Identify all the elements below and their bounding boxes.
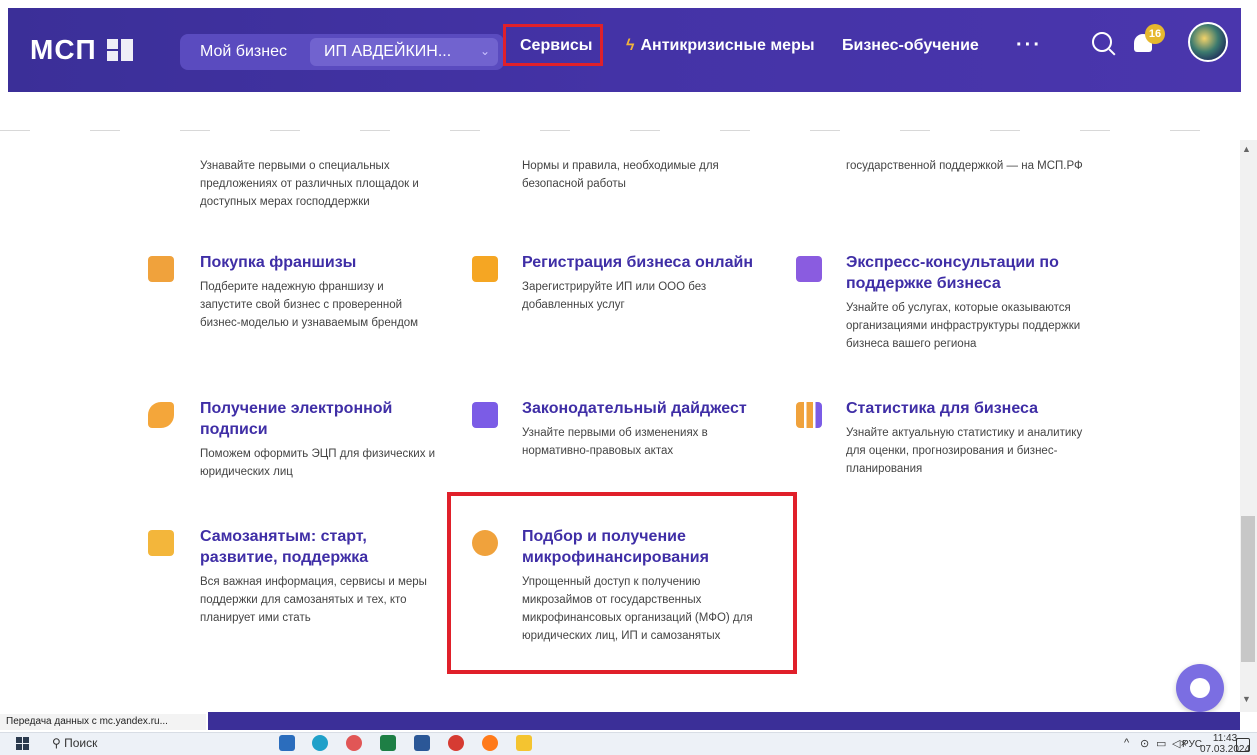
- nav-anticrisis-label: Антикризисные меры: [640, 37, 815, 54]
- firefox-icon[interactable]: [482, 735, 498, 751]
- card-title[interactable]: Статистика для бизнеса: [846, 398, 1096, 419]
- franchise-icon: [148, 256, 174, 282]
- magnifier-icon: ⚲: [52, 736, 65, 750]
- notification-center-icon[interactable]: [1236, 738, 1250, 752]
- chevron-down-icon: ⌄: [479, 44, 490, 58]
- card-desc: Поможем оформить ЭЦП для физических и юр…: [200, 448, 436, 478]
- card-desc: Узнавайте первыми о специальных предложе…: [200, 160, 419, 208]
- logo-mark-icon: [106, 39, 133, 61]
- avatar[interactable]: [1188, 22, 1228, 62]
- card-consultations[interactable]: Экспресс-консультации по поддержке бизне…: [796, 252, 1086, 353]
- browser-status-text: Передача данных с mc.yandex.ru...: [0, 714, 206, 730]
- partial-card-3: государственной поддержкой — на МСП.РФ: [846, 152, 1106, 175]
- tray-display-icon[interactable]: ▭: [1156, 737, 1166, 750]
- card-self-employed[interactable]: Самозанятым: старт, развитие, поддержка …: [148, 526, 440, 627]
- card-desc: Зарегистрируйте ИП или ООО без добавленн…: [522, 281, 707, 311]
- my-business-label[interactable]: Мой бизнес: [200, 43, 287, 61]
- card-title[interactable]: Самозанятым: старт, развитие, поддержка: [200, 526, 440, 568]
- consult-icon: [796, 256, 822, 282]
- search-icon[interactable]: [1092, 32, 1112, 52]
- nav-more[interactable]: ···: [1016, 34, 1042, 57]
- card-desc: Узнайте первыми об изменениях в норматив…: [522, 427, 708, 457]
- card-desc: государственной поддержкой — на МСП.РФ: [846, 160, 1083, 172]
- scrollbar-thumb[interactable]: [1241, 516, 1255, 662]
- business-select[interactable]: ИП АВДЕЙКИН... ⌄: [310, 38, 498, 66]
- partial-card-1: Узнавайте первыми о специальных предложе…: [200, 152, 420, 211]
- tray-network-icon[interactable]: ⊙: [1140, 737, 1149, 750]
- briefcase-icon: [472, 256, 498, 282]
- windows-start-icon[interactable]: [16, 737, 29, 750]
- notifications-badge: 16: [1145, 24, 1165, 44]
- msp-logo[interactable]: МСП: [30, 34, 133, 66]
- book-icon: [472, 402, 498, 428]
- bolt-icon: ϟ: [626, 37, 635, 54]
- partial-card-2: Нормы и правила, необходимые для безопас…: [522, 152, 742, 193]
- card-desc: Нормы и правила, необходимые для безопас…: [522, 160, 719, 190]
- edge-icon[interactable]: [312, 735, 328, 751]
- stats-icon: [796, 402, 822, 428]
- chat-button[interactable]: [1176, 664, 1224, 712]
- card-title[interactable]: Экспресс-консультации по поддержке бизне…: [846, 252, 1086, 294]
- card-franchise[interactable]: Покупка франшизы Подберите надежную фран…: [148, 252, 430, 332]
- taskbar-search-label: Поиск: [64, 736, 98, 750]
- yandex-browser-icon[interactable]: [448, 735, 464, 751]
- card-registration[interactable]: Регистрация бизнеса онлайн Зарегистрируй…: [472, 252, 762, 314]
- nav-education[interactable]: Бизнес-обучение: [842, 37, 979, 55]
- nav-anticrisis[interactable]: ϟ Антикризисные меры: [626, 37, 815, 55]
- taskbar-search[interactable]: ⚲ Поиск: [52, 736, 97, 750]
- card-desc: Вся важная информация, сервисы и меры по…: [200, 576, 427, 624]
- scroll-up-icon[interactable]: ▲: [1242, 144, 1251, 154]
- card-title[interactable]: Покупка франшизы: [200, 252, 430, 273]
- card-desc: Подберите надежную франшизу и запустите …: [200, 281, 419, 329]
- snipping-icon[interactable]: [346, 735, 362, 751]
- card-title[interactable]: Получение электронной подписи: [200, 398, 440, 440]
- windows-taskbar: [0, 732, 1257, 755]
- business-select-value: ИП АВДЕЙКИН...: [324, 43, 452, 60]
- logo-text: МСП: [30, 34, 97, 65]
- cut-off-divider: [0, 130, 1240, 131]
- top-navigation: МСП Мой бизнес ИП АВДЕЙКИН... ⌄: [8, 8, 1241, 92]
- tray-chevron-icon[interactable]: ^: [1124, 737, 1129, 749]
- card-title[interactable]: Законодательный дайджест: [522, 398, 762, 419]
- selfemployed-icon: [148, 530, 174, 556]
- mail-app-icon[interactable]: [279, 735, 295, 751]
- card-desc: Узнайте актуальную статистику и аналитик…: [846, 427, 1083, 475]
- my-business-switcher[interactable]: Мой бизнес ИП АВДЕЙКИН... ⌄: [180, 34, 504, 70]
- signature-icon: [148, 402, 174, 428]
- scroll-down-icon[interactable]: ▼: [1242, 694, 1251, 704]
- card-digest[interactable]: Законодательный дайджест Узнайте первыми…: [472, 398, 762, 460]
- card-title[interactable]: Регистрация бизнеса онлайн: [522, 252, 762, 273]
- card-statistics[interactable]: Статистика для бизнеса Узнайте актуальну…: [796, 398, 1096, 478]
- microfinance-highlight-frame: [447, 492, 797, 674]
- file-explorer-icon[interactable]: [516, 735, 532, 751]
- card-e-signature[interactable]: Получение электронной подписи Поможем оф…: [148, 398, 440, 481]
- page-footer-band: [208, 712, 1240, 730]
- card-desc: Узнайте об услугах, которые оказываются …: [846, 302, 1081, 350]
- nav-services[interactable]: Сервисы: [520, 37, 592, 55]
- word-icon[interactable]: [414, 735, 430, 751]
- excel-icon[interactable]: [380, 735, 396, 751]
